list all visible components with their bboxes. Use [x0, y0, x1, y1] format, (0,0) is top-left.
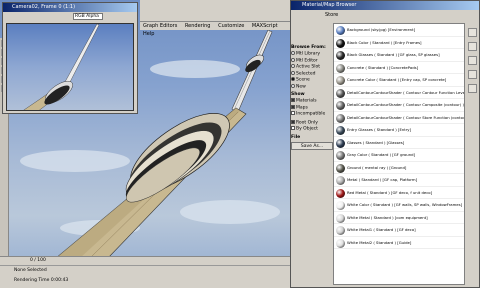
render-time-status: Rendering Time 0:00:43 [14, 278, 69, 283]
material-swatch-icon [336, 101, 345, 110]
material-swatch-icon [336, 138, 345, 148]
material-swatch-icon [336, 113, 345, 123]
material-swatch-icon [336, 126, 345, 135]
material-label: DetailContourContourShader ( Contour Con… [347, 89, 464, 95]
option-new[interactable]: New [291, 83, 333, 91]
frame-counter: 0 / 100 [30, 258, 46, 263]
material-list-item[interactable]: Glasses ( Standard ) [Glasses] [334, 137, 464, 149]
material-swatch-icon [336, 88, 345, 98]
material-list-item[interactable]: Black Color ( Standard ) [Entry Frames] [334, 37, 464, 49]
material-label: Gray Color ( Standard ) [GF ground] [347, 152, 415, 157]
material-swatch-icon [336, 226, 345, 235]
menu-bar: Graph Editors Rendering Customize MAXScr… [140, 22, 290, 37]
material-list-item[interactable]: Black Glasses ( Standard ) [GF glass, SP… [334, 49, 464, 62]
material-label: Black Glasses ( Standard ) [GF glass, SP… [347, 52, 440, 57]
menu-rendering[interactable]: Rendering [182, 22, 214, 30]
material-label: Ground ( mental ray ) [Ground] [347, 164, 407, 170]
channel-select[interactable]: RGB Alpha [73, 13, 103, 20]
by-object-checkbox[interactable]: By Object [291, 126, 333, 133]
material-label: Metal ( Standard ) [GF cap, Platform] [347, 177, 418, 182]
menu-graph-editors[interactable]: Graph Editors [140, 22, 180, 30]
menu-customize[interactable]: Customize [215, 22, 247, 30]
material-swatch-icon [336, 213, 345, 223]
material-list-item[interactable]: White Color ( Standard ) [GF walls, SP w… [334, 199, 464, 212]
material-list-item[interactable]: White Metal1 ( Standard ) [GF deco] [334, 224, 464, 237]
material-label: Black Color ( Standard ) [Entry Frames] [347, 39, 422, 45]
material-list-item[interactable]: DetailContourContourShader ( Contour Com… [334, 99, 464, 112]
material-label: White Metal ( Standard ) [com equipment] [347, 214, 428, 220]
material-label: DetailContourContourShader ( Contour Sto… [347, 114, 464, 120]
time-slider[interactable]: 0 / 100 [0, 256, 292, 265]
rendered-tower-image [23, 24, 100, 110]
material-list-item[interactable]: Metal ( Standard ) [GF cap, Platform] [334, 174, 464, 187]
selection-status: None Selected [14, 268, 47, 273]
material-swatch-icon [336, 63, 345, 73]
render-window-title: Camera02, Frame 0 (1:1) [3, 3, 137, 12]
browser-title: Material/Map Browser [291, 1, 479, 10]
material-list-item[interactable]: Background (sky.jpg) [Environment] [334, 24, 464, 37]
material-list-item[interactable]: Concrete ( Standard ) [ConcretePads] [334, 62, 464, 74]
material-list-item[interactable]: White Metal ( Standard ) [com equipment] [334, 212, 464, 224]
material-list-item[interactable]: Concrete Color ( Standard ) [Entry cap, … [334, 74, 464, 87]
view-large-icons-icon[interactable] [467, 70, 477, 79]
material-label: Glasses ( Standard ) [Glasses] [347, 139, 405, 145]
show-incompatible-checkbox[interactable]: Incompatible [291, 111, 333, 118]
material-label: White Metal2 ( Standard ) [Guide] [347, 239, 412, 245]
material-label: Background (sky.jpg) [Environment] [347, 27, 416, 32]
material-swatch-icon [336, 176, 345, 185]
material-label: White Metal1 ( Standard ) [GF deco] [347, 227, 416, 232]
view-small-icons-icon[interactable] [467, 56, 477, 65]
material-list-item[interactable]: Entry Glasses ( Standard ) [Entry] [334, 124, 464, 137]
material-map-browser[interactable]: Material/Map Browser Store Browse From: … [290, 0, 480, 288]
view-list-icons-icon[interactable] [467, 42, 477, 51]
material-swatch-icon [336, 188, 345, 198]
browser-view-icons [465, 23, 479, 285]
material-list-item[interactable]: White Metal2 ( Standard ) [Guide] [334, 237, 464, 249]
render-window-toolbar: RGB Alpha [3, 12, 137, 21]
material-label: Concrete ( Standard ) [ConcretePads] [347, 64, 419, 70]
material-swatch-icon [336, 38, 345, 48]
material-list-item[interactable]: DetailContourContourShader ( Contour Con… [334, 87, 464, 99]
save-as-button[interactable]: Save As... [291, 141, 333, 150]
material-swatch-icon [336, 163, 345, 173]
material-list[interactable]: Background (sky.jpg) [Environment] Black … [333, 23, 465, 285]
material-label: Concrete Color ( Standard ) [Entry cap, … [347, 77, 447, 82]
file-title: File [291, 134, 301, 140]
menu-help[interactable]: Help [140, 30, 157, 38]
material-swatch-icon [336, 51, 345, 60]
material-label: Red Metal ( Standard ) [GF deco, f unit … [347, 189, 433, 195]
material-swatch-icon [336, 238, 345, 248]
rendered-image [6, 23, 134, 111]
rendered-frame-window[interactable]: Camera02, Frame 0 (1:1) RGB Alpha [2, 2, 138, 114]
material-label: White Color ( Standard ) [GF walls, SP w… [347, 202, 463, 207]
material-list-item[interactable]: Ground ( mental ray ) [Ground] [334, 162, 464, 174]
material-swatch-icon [336, 201, 345, 210]
material-label: DetailContourContourShader ( Contour Com… [347, 102, 464, 107]
material-list-item[interactable]: DetailContourContourShader ( Contour Sto… [334, 112, 464, 124]
material-list-item[interactable]: Red Metal ( Standard ) [GF deco, f unit … [334, 187, 464, 199]
view-list-icon[interactable] [467, 28, 477, 37]
delete-icon[interactable] [467, 84, 477, 93]
material-swatch-icon [336, 151, 345, 160]
store-label: Store [325, 12, 339, 18]
browser-options-panel: Browse From: Mtl Library Mtl Editor Acti… [291, 45, 333, 150]
menu-maxscript[interactable]: MAXScript [249, 22, 281, 30]
material-list-item[interactable]: Gray Color ( Standard ) [GF ground] [334, 149, 464, 162]
material-swatch-icon [336, 26, 345, 35]
material-label: Entry Glasses ( Standard ) [Entry] [347, 127, 412, 132]
material-swatch-icon [336, 76, 345, 85]
